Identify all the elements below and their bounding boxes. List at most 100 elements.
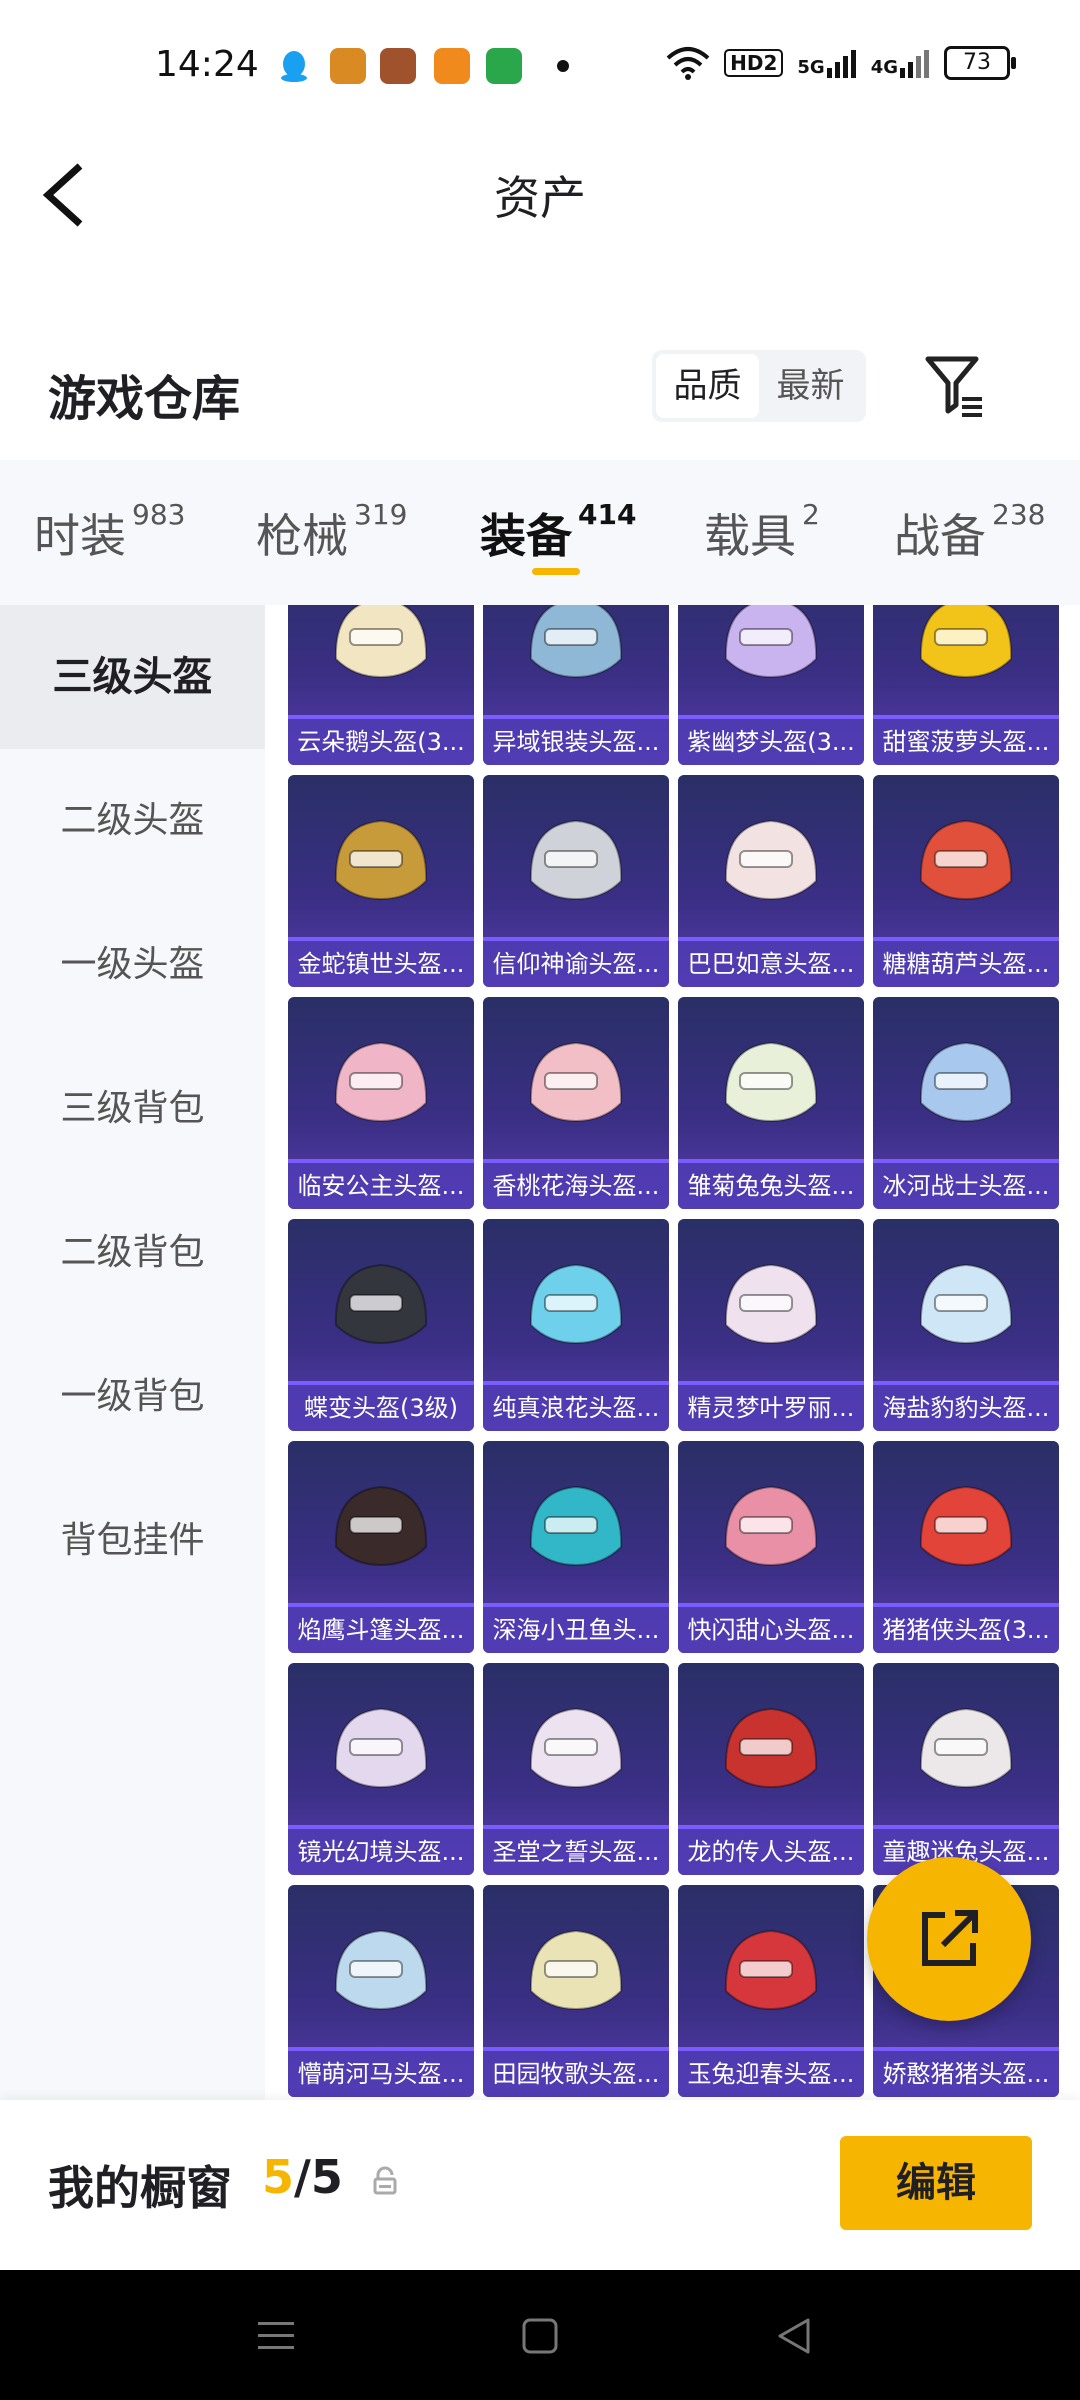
item-name: 田园牧歌头盔... <box>483 2051 669 2097</box>
sort-option-latest[interactable]: 最新 <box>759 354 862 418</box>
helmet-icon <box>724 1485 818 1567</box>
tab-equipment[interactable]: 装备 414 <box>480 498 636 566</box>
lock-icon <box>373 2166 397 2195</box>
tab-fashion[interactable]: 时装 983 <box>34 498 185 566</box>
helmet-icon <box>919 1485 1013 1567</box>
item-card[interactable]: 金蛇镇世头盔... <box>288 775 474 987</box>
back-nav-icon[interactable] <box>770 2312 818 2360</box>
helmet-icon <box>334 819 428 901</box>
item-name: 云朵鹅头盔(3... <box>288 719 474 765</box>
item-card[interactable]: 田园牧歌头盔... <box>483 1885 669 2097</box>
item-card[interactable]: 异域银装头盔... <box>483 605 669 765</box>
helmet-icon <box>724 1929 818 2011</box>
item-name: 快闪甜心头盔... <box>678 1607 864 1653</box>
helmet-icon <box>919 819 1013 901</box>
item-card[interactable]: 临安公主头盔... <box>288 997 474 1209</box>
item-name: 信仰神谕头盔... <box>483 941 669 987</box>
item-name: 紫幽梦头盔(3... <box>678 719 864 765</box>
tab-supplies[interactable]: 战备 238 <box>894 498 1045 566</box>
item-card[interactable]: 纯真浪花头盔... <box>483 1219 669 1431</box>
sidebar-item-level1-helmet[interactable]: 一级头盔 <box>0 893 265 1037</box>
menu-nav-icon[interactable] <box>252 2312 300 2360</box>
system-nav-bar <box>0 2270 1080 2400</box>
filter-icon <box>925 356 982 417</box>
item-name: 冰河战士头盔... <box>873 1163 1059 1209</box>
helmet-icon <box>529 819 623 901</box>
game-notification-icon <box>330 48 366 84</box>
item-name: 玉兔迎春头盔... <box>678 2051 864 2097</box>
signal-bars-icon <box>826 50 856 78</box>
item-card[interactable]: 云朵鹅头盔(3... <box>288 605 474 765</box>
item-name: 懵萌河马头盔... <box>288 2051 474 2097</box>
item-card[interactable]: 圣堂之誓头盔... <box>483 1663 669 1875</box>
item-card[interactable]: 冰河战士头盔... <box>873 997 1059 1209</box>
item-card[interactable]: 懵萌河马头盔... <box>288 1885 474 2097</box>
item-card[interactable]: 甜蜜菠萝头盔... <box>873 605 1059 765</box>
item-name: 猪猪侠头盔(3... <box>873 1607 1059 1653</box>
game-notification-icon-2 <box>380 48 416 84</box>
item-name: 香桃花海头盔... <box>483 1163 669 1209</box>
helmet-icon <box>724 1041 818 1123</box>
item-card[interactable]: 巴巴如意头盔... <box>678 775 864 987</box>
sidebar-item-level1-backpack[interactable]: 一级背包 <box>0 1325 265 1469</box>
item-name: 雏菊兔兔头盔... <box>678 1163 864 1209</box>
item-card[interactable]: 海盐豹豹头盔... <box>873 1219 1059 1431</box>
helmet-icon <box>334 1929 428 2011</box>
filter-button[interactable] <box>922 353 986 417</box>
battery-indicator: 73 <box>944 46 1016 80</box>
item-card[interactable]: 紫幽梦头盔(3... <box>678 605 864 765</box>
helmet-icon <box>334 1707 428 1789</box>
showcase-count: 5/5 <box>262 2150 343 2204</box>
sidebar-item-level3-helmet[interactable]: 三级头盔 <box>0 605 265 749</box>
page-title: 资产 <box>494 171 586 225</box>
warehouse-title: 游戏仓库 <box>48 371 241 427</box>
item-card[interactable]: 精灵梦叶罗丽... <box>678 1219 864 1431</box>
helmet-icon <box>334 1263 428 1345</box>
sidebar-item-level2-backpack[interactable]: 二级背包 <box>0 1181 265 1325</box>
item-name: 金蛇镇世头盔... <box>288 941 474 987</box>
item-card[interactable]: 糖糖葫芦头盔... <box>873 775 1059 987</box>
item-card[interactable]: 猪猪侠头盔(3... <box>873 1441 1059 1653</box>
share-button[interactable] <box>867 1857 1031 2021</box>
tab-weapons[interactable]: 枪械 319 <box>256 498 407 566</box>
sidebar-item-backpack-pendant[interactable]: 背包挂件 <box>0 1469 265 1613</box>
item-card[interactable]: 蝶变头盔(3级) <box>288 1219 474 1431</box>
helmet-icon <box>724 819 818 901</box>
item-card[interactable]: 玉兔迎春头盔... <box>678 1885 864 2097</box>
item-name: 娇憨猪猪头盔... <box>873 2051 1059 2097</box>
item-card[interactable]: 香桃花海头盔... <box>483 997 669 1209</box>
item-card[interactable]: 龙的传人头盔... <box>678 1663 864 1875</box>
tab-vehicles[interactable]: 载具 2 <box>704 498 820 566</box>
item-card[interactable]: 焰鹰斗篷头盔... <box>288 1441 474 1653</box>
helmet-icon <box>724 1263 818 1345</box>
sort-option-quality[interactable]: 品质 <box>656 354 759 418</box>
home-nav-icon[interactable] <box>516 2312 564 2360</box>
sidebar-item-level3-backpack[interactable]: 三级背包 <box>0 1037 265 1181</box>
status-time: 14:24 <box>155 44 259 85</box>
share-icon <box>922 1910 978 1966</box>
category-tabs: 时装 983 枪械 319 装备 414 载具 2 战备 238 <box>0 460 1080 605</box>
item-name: 临安公主头盔... <box>288 1163 474 1209</box>
item-name: 圣堂之誓头盔... <box>483 1829 669 1875</box>
helmet-icon <box>529 1041 623 1123</box>
item-card[interactable]: 镜光幻境头盔... <box>288 1663 474 1875</box>
item-name: 深海小丑鱼头... <box>483 1607 669 1653</box>
status-bar: 14:24 HD2 5G 4G 73 <box>0 0 1080 130</box>
helmet-icon <box>334 1041 428 1123</box>
subcategory-sidebar: 三级头盔 二级头盔 一级头盔 三级背包 二级背包 一级背包 背包挂件 <box>0 605 265 2100</box>
item-card[interactable]: 童趣迷兔头盔... <box>873 1663 1059 1875</box>
item-card[interactable]: 信仰神谕头盔... <box>483 775 669 987</box>
item-card[interactable]: 快闪甜心头盔... <box>678 1441 864 1653</box>
status-indicators: HD2 5G 4G 73 <box>666 46 1016 80</box>
sidebar-item-level2-helmet[interactable]: 二级头盔 <box>0 749 265 893</box>
more-notifications-dot <box>557 60 569 72</box>
active-tab-indicator <box>532 568 580 575</box>
helmet-icon <box>919 1041 1013 1123</box>
showcase-title: 我的橱窗 <box>48 2161 232 2215</box>
item-name: 精灵梦叶罗丽... <box>678 1385 864 1431</box>
item-name: 异域银装头盔... <box>483 719 669 765</box>
item-card[interactable]: 雏菊兔兔头盔... <box>678 997 864 1209</box>
item-card[interactable]: 深海小丑鱼头... <box>483 1441 669 1653</box>
qq-notification-icon <box>276 48 312 84</box>
edit-button[interactable]: 编辑 <box>840 2136 1032 2230</box>
